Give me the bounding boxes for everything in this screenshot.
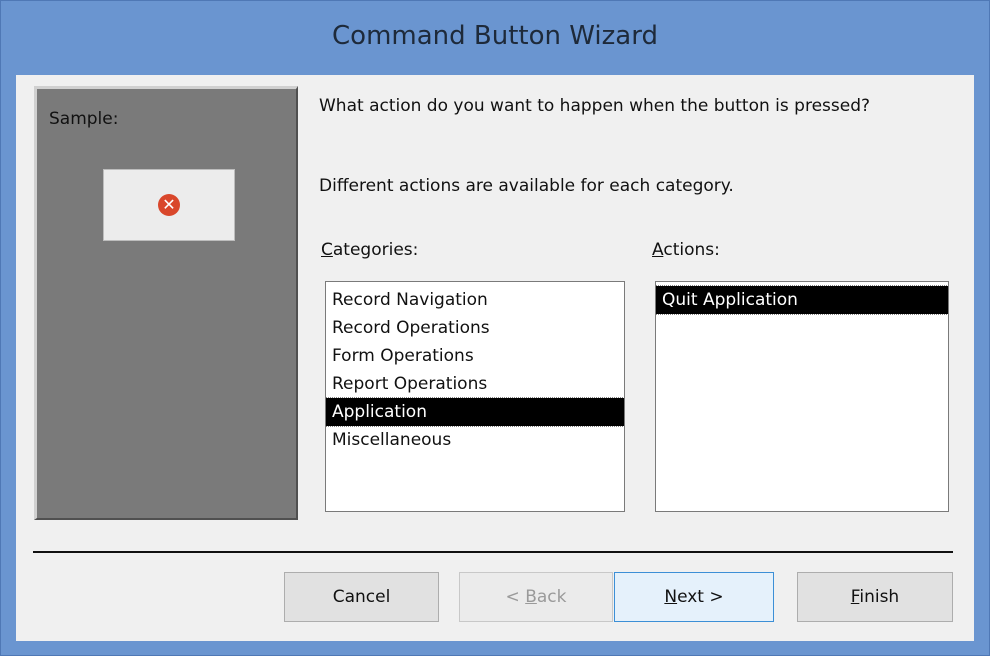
finish-button[interactable]: Finish (797, 572, 953, 622)
back-button-rest: ack (536, 587, 567, 607)
list-item[interactable]: Record Navigation (326, 286, 624, 314)
list-item-selected[interactable]: Quit Application (656, 285, 948, 315)
sample-panel: Sample: ✕ (34, 86, 298, 520)
next-button-hotkey: N (664, 587, 678, 607)
list-item[interactable]: Form Operations (326, 342, 624, 370)
question-text: What action do you want to happen when t… (319, 96, 871, 116)
categories-label-rest: ategories: (332, 240, 419, 260)
next-button-rest: ext > (677, 587, 724, 607)
sample-label: Sample: (49, 109, 119, 129)
list-item[interactable]: Miscellaneous (326, 426, 624, 454)
actions-label-hotkey: A (652, 240, 664, 260)
categories-label-hotkey: C (321, 240, 333, 260)
list-item[interactable]: Record Operations (326, 314, 624, 342)
title-bar[interactable]: Command Button Wizard (1, 1, 989, 75)
window-title: Command Button Wizard (332, 21, 658, 51)
list-item[interactable]: Report Operations (326, 370, 624, 398)
list-item-selected[interactable]: Application (326, 397, 624, 427)
back-button-prefix: < (505, 587, 526, 607)
wizard-window: Command Button Wizard Sample: ✕ What act… (0, 0, 990, 656)
separator (33, 551, 953, 553)
cancel-button[interactable]: Cancel (284, 572, 439, 622)
actions-label: Actions: (652, 240, 720, 260)
sample-preview-button: ✕ (103, 169, 235, 241)
categories-label: Categories: (321, 240, 418, 260)
actions-label-rest: ctions: (663, 240, 720, 260)
back-button-hotkey: B (525, 587, 537, 607)
finish-button-rest: inish (859, 587, 900, 607)
error-x-icon: ✕ (158, 194, 180, 216)
actions-listbox[interactable]: Quit Application (655, 281, 949, 512)
note-text: Different actions are available for each… (319, 176, 734, 196)
categories-listbox[interactable]: Record Navigation Record Operations Form… (325, 281, 625, 512)
back-button[interactable]: < Back (459, 572, 613, 622)
wizard-client-area: Sample: ✕ What action do you want to hap… (16, 75, 974, 641)
next-button[interactable]: Next > (614, 572, 774, 622)
